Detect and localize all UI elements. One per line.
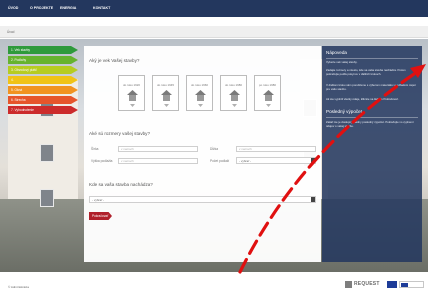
eu-flag-icon	[387, 281, 397, 288]
nav-item-about-project[interactable]: O PROJEKTE	[30, 6, 53, 10]
age-card-label: do roku 1960	[191, 83, 208, 87]
step-5-label: 5. Okná	[11, 88, 23, 92]
window-shape	[40, 189, 54, 207]
step-4-label: 4.	[11, 78, 14, 82]
step-3[interactable]: 3. Obvodový plášť	[8, 66, 78, 74]
floor-count-select[interactable]: - vybrať -	[236, 157, 316, 164]
eu-flag-icon	[401, 283, 408, 287]
length-input[interactable]: v metroch	[236, 146, 316, 152]
question-building-location: Kde sa vaša stavba nachádza?	[89, 182, 153, 187]
step-2-label: 2. Podlahy	[11, 58, 27, 62]
chevron-down-icon	[198, 104, 203, 107]
age-card-1945[interactable]: do roku 1945	[152, 75, 179, 111]
step-3-label: 3. Obvodový plášť	[11, 68, 37, 72]
help-text-1: Vyberte vek vašej stavby.	[326, 60, 358, 64]
chevron-down-icon	[266, 104, 271, 107]
house-icon	[263, 90, 274, 102]
top-navigation-bar: ÚVOD O PROJEKTE ENERGIA KONTAKT	[0, 0, 428, 17]
step-6[interactable]: 6. Strecha	[8, 96, 78, 104]
age-card-label: po roku 1980	[259, 83, 276, 87]
help-sidebar: Nápoveda Vyberte vek vašej stavby. Zadaj…	[322, 46, 422, 262]
step-7-label: 7. Vyhodnotenie	[11, 108, 34, 112]
location-value: - vybrať -	[92, 198, 105, 202]
footer-admin-link[interactable]: © Administrácia	[8, 285, 29, 289]
divider	[326, 117, 418, 118]
house-icon	[229, 90, 240, 102]
house-icon	[195, 90, 206, 102]
last-calculation-title: Posledný výpočet	[326, 109, 363, 114]
step-4[interactable]: 4.	[8, 76, 78, 84]
length-label: Dĺžka	[210, 147, 218, 151]
breadcrumb[interactable]: Úvod	[7, 30, 14, 34]
nav-item-home[interactable]: ÚVOD	[8, 6, 18, 10]
age-card-label: do roku 1945	[157, 83, 174, 87]
step-2[interactable]: 2. Podlahy	[8, 56, 78, 64]
age-card-after-1980[interactable]: po roku 1980	[254, 75, 281, 111]
request-logo: REQUEST	[345, 280, 383, 289]
nav-item-contact[interactable]: KONTAKT	[93, 6, 110, 10]
dropdown-arrow-icon	[311, 158, 315, 163]
width-input[interactable]: v metroch	[118, 146, 198, 152]
progress-steps: 1. Vek stavby 2. Podlahy 3. Obvodový plá…	[8, 46, 78, 116]
step-7[interactable]: 7. Vyhodnotenie	[8, 106, 78, 114]
last-calculation-text: Zatiaľ nie je dostupný žiadny posledný v…	[326, 120, 414, 128]
step-5[interactable]: 5. Okná	[8, 86, 78, 94]
question-building-dimensions: Aké sú rozmery vašej stavby?	[89, 131, 151, 136]
age-card-1960[interactable]: do roku 1960	[186, 75, 213, 111]
house-icon	[161, 90, 172, 102]
dropdown-arrow-icon	[311, 197, 315, 202]
chevron-down-icon	[130, 104, 135, 107]
help-title: Nápoveda	[326, 50, 347, 55]
form-panel: Aký je vek Vašej stavby? do roku 1920 do…	[84, 46, 321, 262]
width-label: Šírka	[91, 147, 99, 151]
request-logo-text: REQUEST	[354, 281, 380, 287]
divider	[326, 58, 418, 59]
breadcrumb-bar: Úvod	[0, 26, 428, 38]
nav-item-energy[interactable]: ENERGIA	[60, 6, 76, 10]
location-select[interactable]: - vybrať -	[89, 196, 316, 203]
age-card-1920[interactable]: do roku 1920	[118, 75, 145, 111]
floor-height-input[interactable]: v metroch	[118, 158, 198, 164]
help-text-4: Ak ste vyplnili všetky údaje, kliknite n…	[326, 97, 399, 101]
chevron-down-icon	[232, 104, 237, 107]
request-logo-mark-icon	[345, 281, 352, 288]
continue-button[interactable]: Pokračovať	[89, 212, 112, 220]
chevron-down-icon	[164, 104, 169, 107]
house-icon	[127, 90, 138, 102]
floor-count-label: Počet podlaží	[210, 159, 230, 163]
help-text-3: V ďalšom kroku vám pomôžeme s výberom ma…	[326, 83, 417, 91]
floor-count-value: - vybrať -	[239, 159, 252, 163]
age-card-label: do roku 1980	[225, 83, 242, 87]
age-card-1980[interactable]: do roku 1980	[220, 75, 247, 111]
step-1[interactable]: 1. Vek stavby	[8, 46, 78, 54]
step-6-label: 6. Strecha	[11, 98, 26, 102]
help-text-2: Zadajte rozmery a miesto, kde sa vaša st…	[326, 68, 406, 76]
step-1-label: 1. Vek stavby	[11, 48, 30, 52]
eu-funding-logo	[399, 281, 424, 288]
window-shape	[40, 144, 54, 162]
question-building-age: Aký je vek Vašej stavby?	[89, 58, 140, 63]
floor-height-label: Výška podlažia	[91, 159, 113, 163]
age-card-label: do roku 1920	[123, 83, 140, 87]
